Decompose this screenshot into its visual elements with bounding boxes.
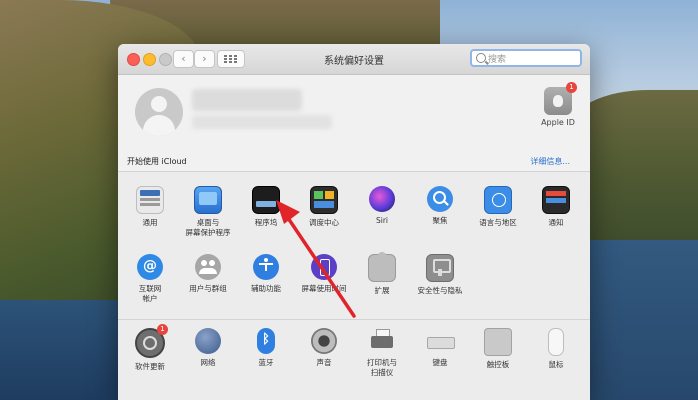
pref-security-privacy[interactable]: 安全性与隐私 — [411, 254, 469, 296]
pref-label: 聚焦 — [432, 216, 448, 225]
pref-keyboard[interactable]: 键盘 — [411, 328, 469, 368]
mission-control-icon — [310, 186, 338, 214]
pref-label: 辅助功能 — [251, 284, 281, 293]
pref-spotlight[interactable]: 聚焦 — [411, 186, 469, 226]
pref-extensions[interactable]: 扩展 — [353, 252, 411, 296]
search-placeholder: 搜索 — [488, 55, 507, 65]
pref-label: 鼠标 — [548, 360, 564, 369]
pref-internet-accounts[interactable]: @ 互联网 帐户 — [121, 254, 179, 304]
desktop-sea-right — [578, 240, 698, 400]
pref-label: Siri — [375, 216, 388, 225]
extensions-icon — [368, 252, 396, 282]
apple-id-pref[interactable]: 1 Apple ID — [538, 82, 578, 127]
bluetooth-icon: ᛒ — [257, 328, 275, 354]
pref-sound[interactable]: 声音 — [295, 328, 353, 368]
users-groups-icon — [195, 254, 221, 280]
pref-mouse[interactable]: 鼠标 — [527, 328, 585, 370]
search-input[interactable]: 搜索 — [470, 49, 582, 67]
pref-label: 声音 — [316, 358, 332, 367]
pref-label: 桌面与 屏幕保护程序 — [185, 218, 231, 237]
screen-time-icon — [311, 254, 337, 280]
printers-scanners-icon — [369, 328, 395, 354]
notification-badge: 1 — [566, 82, 577, 93]
keyboard-icon — [427, 328, 455, 354]
pref-bluetooth[interactable]: ᛒ 蓝牙 — [237, 328, 295, 368]
pref-label: 键盘 — [432, 358, 448, 367]
language-region-icon — [484, 186, 512, 214]
details-link[interactable]: 详细信息... — [530, 156, 570, 167]
pref-label: 用户与群组 — [189, 284, 227, 293]
prefs-section-main: 通用 桌面与 屏幕保护程序 程序坞 调度中心 Siri 聚焦 语言与地区 通知 … — [118, 172, 590, 318]
notification-badge: 1 — [157, 324, 168, 335]
account-section: 1 Apple ID 开始使用 iCloud 详细信息... — [118, 75, 590, 172]
pref-label: 蓝牙 — [258, 358, 274, 367]
pref-language-region[interactable]: 语言与地区 — [469, 186, 527, 228]
security-privacy-icon — [426, 254, 454, 282]
icloud-prompt: 开始使用 iCloud — [127, 157, 187, 166]
sound-icon — [311, 328, 337, 354]
notifications-icon — [542, 186, 570, 214]
pref-label: 打印机与 扫描仪 — [367, 358, 397, 377]
mouse-icon — [548, 328, 564, 356]
titlebar: ‹ › 系统偏好设置 搜索 — [118, 44, 590, 75]
pref-label: 软件更新 — [135, 362, 165, 371]
pref-label: 扩展 — [374, 286, 390, 295]
pref-users-groups[interactable]: 用户与群组 — [179, 254, 237, 294]
pref-label: 通用 — [142, 218, 158, 227]
pref-label: 安全性与隐私 — [417, 286, 463, 295]
internet-accounts-icon: @ — [137, 254, 163, 280]
general-icon — [136, 186, 164, 214]
pref-label: 屏幕使用时间 — [301, 284, 347, 293]
pref-label: 网络 — [200, 358, 216, 367]
desktop-screensaver-icon — [194, 186, 222, 214]
spotlight-icon — [427, 186, 453, 212]
desktop-sea-left — [0, 300, 118, 400]
pref-accessibility[interactable]: 辅助功能 — [237, 254, 295, 294]
pref-label: 触控板 — [486, 360, 510, 369]
apple-id-label: Apple ID — [541, 118, 575, 127]
pref-mission-control[interactable]: 调度中心 — [295, 186, 353, 228]
pref-trackpad[interactable]: 触控板 — [469, 328, 527, 370]
pref-printers-scanners[interactable]: 打印机与 扫描仪 — [353, 328, 411, 378]
pref-general[interactable]: 通用 — [121, 186, 179, 228]
pref-siri[interactable]: Siri — [353, 186, 411, 226]
pref-desktop-screensaver[interactable]: 桌面与 屏幕保护程序 — [179, 186, 237, 238]
pref-label: 调度中心 — [309, 218, 339, 227]
accessibility-icon — [253, 254, 279, 280]
account-detail-blurred — [192, 115, 332, 129]
network-icon — [195, 328, 221, 354]
pref-software-update[interactable]: 1 软件更新 — [121, 324, 179, 372]
apple-id-icon: 1 — [544, 82, 577, 115]
system-preferences-window: ‹ › 系统偏好设置 搜索 1 Apple ID 开始使用 iCloud 详细信… — [118, 44, 590, 400]
software-update-icon: 1 — [135, 324, 168, 358]
pref-network[interactable]: 网络 — [179, 328, 237, 368]
pref-notifications[interactable]: 通知 — [527, 186, 585, 228]
prefs-section-hardware: 1 软件更新 网络 ᛒ 蓝牙 声音 打印机与 扫描仪 键盘 触控板 鼠标 — [118, 319, 590, 400]
pref-label: 通知 — [548, 218, 564, 227]
pref-label: 互联网 帐户 — [138, 284, 162, 303]
siri-icon — [369, 186, 395, 212]
trackpad-icon — [484, 328, 512, 356]
search-icon — [476, 53, 486, 63]
pref-label: 程序坞 — [254, 218, 278, 227]
avatar[interactable] — [135, 88, 183, 136]
pref-screen-time[interactable]: 屏幕使用时间 — [295, 254, 353, 294]
account-name-blurred — [192, 89, 302, 111]
dock-icon — [252, 186, 280, 214]
pref-label: 语言与地区 — [479, 218, 517, 227]
pref-dock[interactable]: 程序坞 — [237, 186, 295, 228]
